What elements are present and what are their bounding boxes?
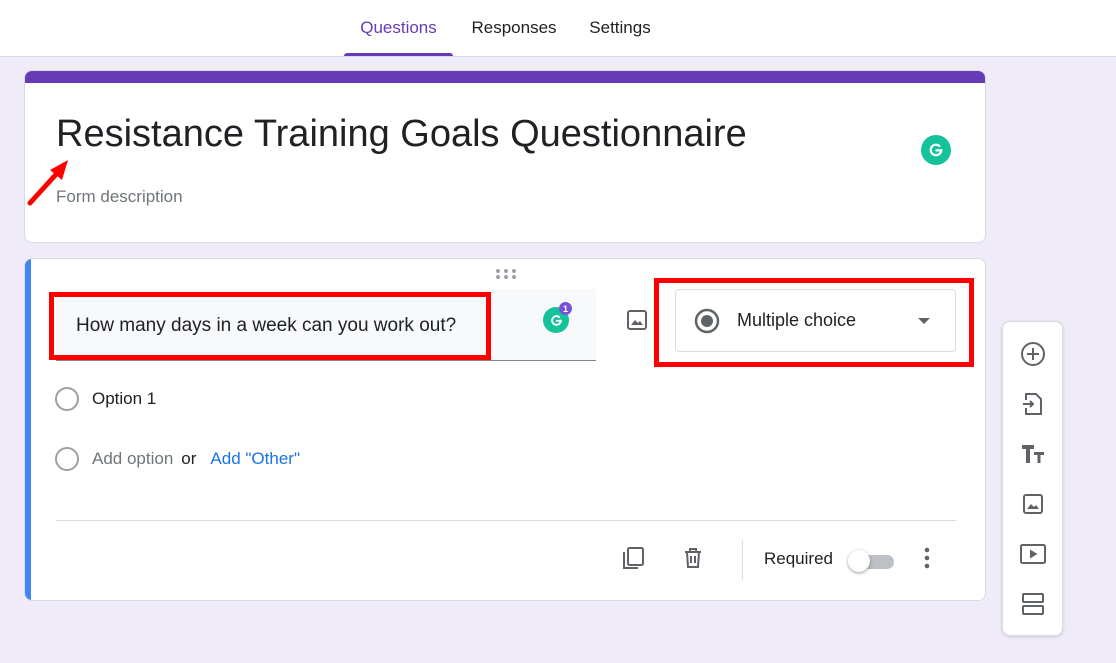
question-card[interactable]: How many days in a week can you work out… <box>24 258 986 601</box>
delete-icon[interactable] <box>678 543 708 573</box>
annotation-arrow-icon <box>27 160 68 206</box>
add-video-icon[interactable] <box>1018 539 1048 569</box>
add-question-icon[interactable] <box>1018 339 1048 369</box>
tab-responses[interactable]: Responses <box>462 0 566 56</box>
question-type-dropdown[interactable]: Multiple choice <box>675 289 956 352</box>
import-questions-icon[interactable] <box>1018 389 1048 419</box>
add-title-icon[interactable] <box>1018 439 1048 469</box>
form-title-card: Resistance Training Goals Questionnaire … <box>24 70 986 243</box>
add-image-icon[interactable] <box>622 305 652 335</box>
drag-handle-icon[interactable] <box>495 268 517 280</box>
form-title[interactable]: Resistance Training Goals Questionnaire <box>56 113 747 156</box>
footer-divider <box>742 540 743 580</box>
required-toggle[interactable] <box>848 550 896 572</box>
radio-circle-icon <box>55 447 79 471</box>
tab-questions[interactable]: Questions <box>344 0 453 56</box>
radio-circle-icon <box>55 387 79 411</box>
more-options-icon[interactable] <box>912 543 942 573</box>
duplicate-icon[interactable] <box>618 543 648 573</box>
add-option-field[interactable]: Add option <box>92 449 173 469</box>
add-option-row: Add option or Add "Other" <box>55 447 300 471</box>
dropdown-arrow-icon <box>918 318 930 324</box>
add-other-button[interactable]: Add "Other" <box>210 449 300 469</box>
add-image-icon[interactable] <box>1018 489 1048 519</box>
tab-settings[interactable]: Settings <box>576 0 664 56</box>
grammarly-icon[interactable] <box>921 135 951 165</box>
form-description-field[interactable]: Form description <box>56 187 183 207</box>
question-title-text[interactable]: How many days in a week can you work out… <box>76 315 456 337</box>
option-label[interactable]: Option 1 <box>92 389 156 409</box>
option-row: Option 1 <box>55 387 156 411</box>
add-section-icon[interactable] <box>1018 589 1048 619</box>
question-type-label: Multiple choice <box>737 310 857 330</box>
required-label: Required <box>764 549 833 568</box>
divider <box>56 520 956 521</box>
active-card-accent <box>25 259 31 600</box>
theme-color-bar <box>25 71 985 83</box>
top-bar: Questions Responses Settings <box>0 0 1116 57</box>
grammarly-suggestion-count: 1 <box>559 302 572 315</box>
or-text: or <box>181 449 197 468</box>
side-toolbar <box>1002 321 1063 636</box>
radio-button-icon <box>694 308 720 334</box>
